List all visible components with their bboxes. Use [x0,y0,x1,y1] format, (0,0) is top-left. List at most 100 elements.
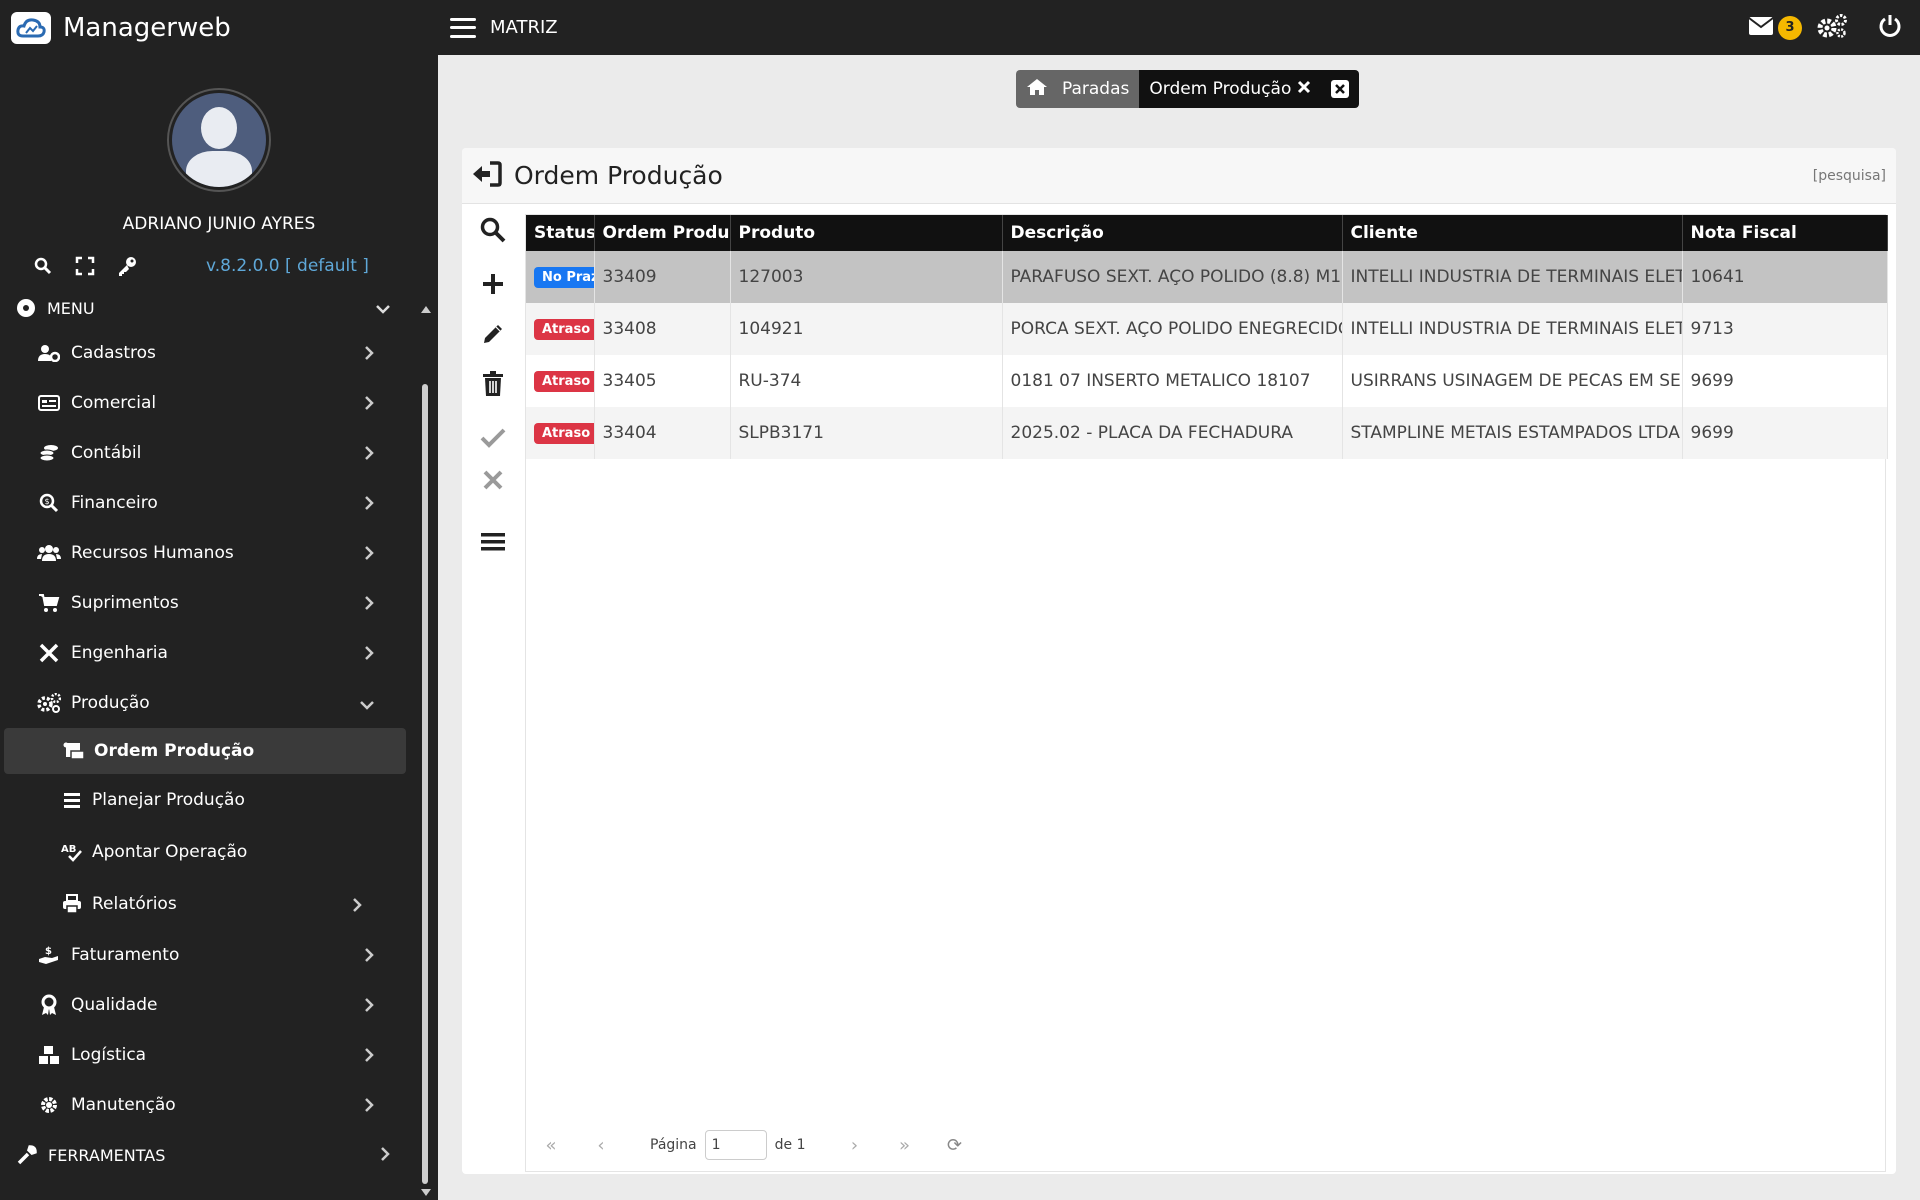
first-page-icon[interactable]: « [526,1135,576,1156]
fullscreen-icon[interactable] [74,255,96,277]
search-link[interactable]: [pesquisa] [1813,168,1886,184]
cog-icon [37,1093,61,1117]
sidebar-item-label: Produção [71,693,150,713]
sign-in-icon[interactable] [472,160,502,191]
panel-header: Ordem Produção [pesquisa] [462,148,1896,204]
envelope-icon[interactable] [1748,16,1774,40]
sidebar-item-comercial[interactable]: Comercial [0,378,438,428]
sidebar-item-recursos-humanos[interactable]: Recursos Humanos [0,528,438,578]
scroll-up-arrow[interactable] [421,306,431,313]
tab-label: Paradas [1062,79,1130,99]
cloud-logo-icon [11,11,51,44]
column-header-ordem[interactable]: Ordem Produção [594,215,731,251]
trash-icon [483,371,503,396]
home-icon [1026,78,1048,101]
edit-button[interactable] [462,310,524,358]
chevron-right-icon [364,445,374,465]
sidebar-item-label: Financeiro [71,493,158,513]
sidebar-item-ferramentas[interactable]: FERRAMENTAS [0,1130,438,1180]
key-icon[interactable] [116,255,138,277]
power-icon[interactable] [1878,14,1902,42]
action-toolbar [462,204,524,566]
sidebar-subitem-label: Ordem Produção [94,741,255,761]
search-button[interactable] [462,206,524,254]
cogs-icon[interactable] [1816,13,1848,43]
table-row[interactable]: No Prazo 33409 127003 PARAFUSO SEXT. AÇO… [526,251,1888,303]
sidebar-subitem-label: Relatórios [92,894,177,914]
more-menu-button[interactable] [462,518,524,566]
sidebar-item-label: Cadastros [71,343,156,363]
page-total-label: de 1 [774,1137,806,1153]
table-row[interactable]: Atraso 33405 RU-374 0181 07 INSERTO META… [526,355,1888,407]
sidebar-subitem-apontar-operacao[interactable]: AB Apontar Operação [0,826,438,878]
sidebar-item-label: Manutenção [71,1095,176,1115]
x-icon [483,470,503,490]
sidebar-subitem-relatorios[interactable]: Relatórios [0,878,438,930]
prev-page-icon[interactable]: ‹ [576,1135,626,1156]
menu-header[interactable]: MENU [0,288,438,328]
column-header-produto[interactable]: Produto [730,215,1003,251]
hamburger-menu-icon[interactable] [450,17,476,38]
tab-paradas[interactable]: Paradas [1016,70,1140,108]
column-header-descricao[interactable]: Descrição [1002,215,1343,251]
table-row[interactable]: Atraso 33404 SLPB3171 2025.02 - PLACA DA… [526,407,1888,459]
app-name: Managerweb [63,12,231,43]
produto-cell: SLPB3171 [730,407,1003,459]
tab-ordem-producao[interactable]: Ordem Produção [1139,70,1360,108]
sidebar-item-label: Engenharia [71,643,168,663]
sidebar-item-engenharia[interactable]: Engenharia [0,628,438,678]
ordem-cell: 33408 [594,303,731,355]
sidebar-scrollbar[interactable] [422,384,428,1184]
chevron-right-icon [364,395,374,415]
delete-button[interactable] [462,360,524,408]
sidebar-item-manutencao[interactable]: Manutenção [0,1080,438,1130]
confirm-button[interactable] [462,414,524,462]
table-row[interactable]: Atraso 33408 104921 PORCA SEXT. AÇO POLI… [526,303,1888,355]
avatar[interactable] [167,88,271,192]
column-header-status[interactable]: Status [526,215,595,251]
last-page-icon[interactable]: » [879,1135,929,1156]
sidebar-item-financeiro[interactable]: $ Financeiro [0,478,438,528]
chevron-right-icon [364,997,374,1017]
orders-table: Status Ordem Produção Produto Descrição … [526,215,1888,459]
sidebar-item-cadastros[interactable]: Cadastros [0,328,438,378]
sidebar-item-producao[interactable]: Produção [0,678,438,728]
svg-text:$: $ [45,946,52,957]
column-header-cliente[interactable]: Cliente [1342,215,1683,251]
page-label: Página [650,1137,697,1153]
topbar: MATRIZ 3 [438,0,1920,55]
sidebar-item-faturamento[interactable]: $ Faturamento [0,930,438,980]
column-header-nota[interactable]: Nota Fiscal [1682,215,1888,251]
close-all-icon[interactable] [1331,80,1350,98]
plus-icon [483,274,503,294]
refresh-icon[interactable]: ⟳ [929,1135,979,1156]
cancel-button[interactable] [462,456,524,504]
brand[interactable]: Managerweb [0,0,438,55]
page-title: Ordem Produção [514,161,723,190]
page-number-input[interactable] [704,1130,767,1160]
notification-badge[interactable]: 3 [1778,15,1802,40]
sidebar-subitem-planejar-producao[interactable]: Planejar Produção [0,774,438,826]
scroll-down-arrow[interactable] [421,1189,431,1196]
search-icon[interactable] [32,255,54,277]
main-panel: Ordem Produção [pesquisa] Status Ordem P… [462,148,1896,1174]
sidebar-item-logistica[interactable]: Logística [0,1030,438,1080]
chevron-down-icon [360,695,374,715]
id-card-icon [37,391,61,415]
produto-cell: RU-374 [730,355,1003,407]
version-label[interactable]: v.8.2.0.0 [ default ] [206,256,369,276]
sidebar-item-suprimentos[interactable]: Suprimentos [0,578,438,628]
next-page-icon[interactable]: › [829,1135,879,1156]
chevron-right-icon [380,1146,390,1165]
add-button[interactable] [462,260,524,308]
org-name[interactable]: MATRIZ [490,17,558,38]
sidebar-item-contabil[interactable]: Contábil [0,428,438,478]
svg-text:$: $ [45,497,50,506]
tab-label: Ordem Produção [1149,79,1292,99]
users-icon [37,541,61,565]
tools-icon [37,641,61,665]
sidebar-item-qualidade[interactable]: Qualidade [0,980,438,1030]
topbar-actions: 3 [1748,13,1902,43]
close-icon[interactable] [1297,79,1311,99]
sidebar-subitem-ordem-producao[interactable]: Ordem Produção [4,728,406,774]
